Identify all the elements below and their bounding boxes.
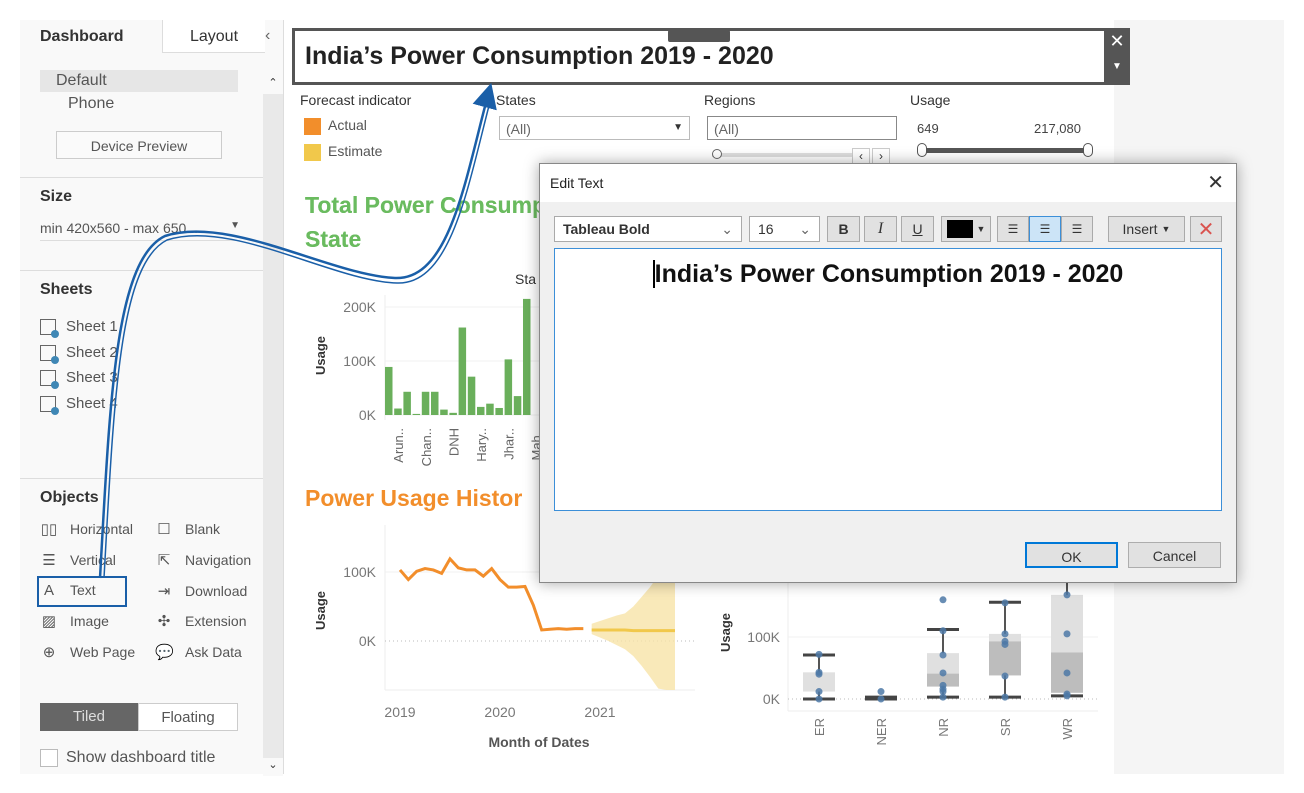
data-point [939, 651, 947, 659]
data-point [815, 695, 823, 703]
bold-button[interactable]: B [827, 216, 860, 242]
x-tick-label: Chan.. [419, 428, 434, 466]
y-axis-label: Usage [718, 613, 733, 652]
data-point [939, 693, 947, 701]
y-tick-label: 0K [359, 407, 377, 423]
chevron-down-icon: ⌄ [799, 220, 811, 237]
x-tick-label: Hary.. [474, 428, 489, 462]
data-point [1063, 630, 1071, 638]
x-tick-label: ER [812, 718, 827, 736]
bar [449, 412, 457, 415]
y-tick-label: 100K [343, 353, 376, 369]
dropdown-arrow-icon: ▼ [1161, 224, 1171, 234]
data-point [1063, 692, 1071, 700]
bar [412, 413, 421, 415]
data-point [1001, 640, 1009, 648]
bar [477, 406, 485, 415]
x-tick-label: Jhar.. [502, 428, 517, 460]
x-tick-label: 2019 [384, 704, 415, 720]
italic-button[interactable]: I [864, 216, 897, 242]
underline-button[interactable]: U [901, 216, 934, 242]
x-tick-label: SR [998, 718, 1013, 736]
editor-content: India’s Power Consumption 2019 - 2020 [652, 260, 1124, 288]
x-tick-label: DNH [446, 428, 461, 456]
bar [513, 396, 522, 415]
bar [394, 408, 402, 415]
data-point [1063, 669, 1071, 677]
y-tick-label: 0K [763, 691, 781, 707]
size-dropdown[interactable]: 16 ⌄ [749, 216, 820, 242]
text-editor[interactable]: India’s Power Consumption 2019 - 2020 [554, 248, 1222, 511]
data-point [1001, 693, 1009, 701]
bar [504, 359, 513, 415]
data-point [1001, 599, 1009, 607]
data-point [939, 669, 947, 677]
data-point [877, 688, 885, 696]
data-point [939, 627, 947, 635]
bar [421, 391, 430, 415]
text-color-picker[interactable]: ▼ [941, 216, 991, 242]
edit-text-dialog: Edit Text ✕ Tableau Bold ⌄ 16 ⌄ B I U ▼ ☰ ☰… [539, 163, 1237, 583]
font-dropdown[interactable]: Tableau Bold ⌄ [554, 216, 742, 242]
bar [403, 391, 411, 415]
x-tick-label: 2020 [484, 704, 515, 720]
bar [523, 298, 531, 415]
insert-label: Insert [1122, 221, 1158, 237]
x-tick-label: NER [874, 718, 889, 745]
color-swatch [946, 220, 973, 238]
box-upper [1051, 594, 1083, 653]
bar [486, 403, 494, 415]
bar [458, 327, 467, 415]
ok-button[interactable]: OK [1025, 542, 1118, 568]
dialog-title: Edit Text [550, 175, 604, 191]
y-tick-label: 100K [343, 564, 376, 580]
align-right-icon[interactable]: ☰ [1061, 216, 1093, 242]
x-tick-label: Arun.. [391, 428, 406, 463]
bar [467, 376, 476, 415]
close-icon[interactable]: ✕ [1207, 170, 1224, 195]
clear-icon[interactable]: ✕ [1190, 216, 1222, 242]
y-tick-label: 100K [747, 629, 780, 645]
data-point [877, 695, 885, 703]
data-point [939, 596, 947, 604]
size-value: 16 [758, 221, 774, 237]
data-point [1001, 630, 1009, 638]
bar [440, 409, 448, 415]
bar [431, 391, 439, 415]
bar [385, 366, 393, 415]
y-tick-label: 200K [343, 299, 376, 315]
bar [495, 407, 503, 415]
y-axis-label: Usage [313, 336, 328, 375]
font-value: Tableau Bold [563, 221, 650, 237]
align-center-icon[interactable]: ☰ [1029, 216, 1061, 242]
chevron-down-icon: ⌄ [721, 220, 733, 237]
cancel-button[interactable]: Cancel [1128, 542, 1221, 568]
data-point [815, 670, 823, 678]
dropdown-arrow-icon: ▼ [976, 224, 986, 234]
x-tick-label: WR [1060, 718, 1075, 740]
x-tick-label: NR [936, 718, 951, 737]
insert-button[interactable]: Insert ▼ [1108, 216, 1185, 242]
y-tick-label: 0K [359, 633, 377, 649]
align-left-icon[interactable]: ☰ [997, 216, 1029, 242]
estimate-line [591, 628, 675, 633]
x-axis-label: Month of Dates [488, 734, 589, 750]
x-tick-label: 2021 [584, 704, 615, 720]
data-point [1001, 672, 1009, 680]
data-point [1063, 591, 1071, 599]
y-axis-label: Usage [313, 591, 328, 630]
data-point [815, 650, 823, 658]
data-point [815, 688, 823, 696]
